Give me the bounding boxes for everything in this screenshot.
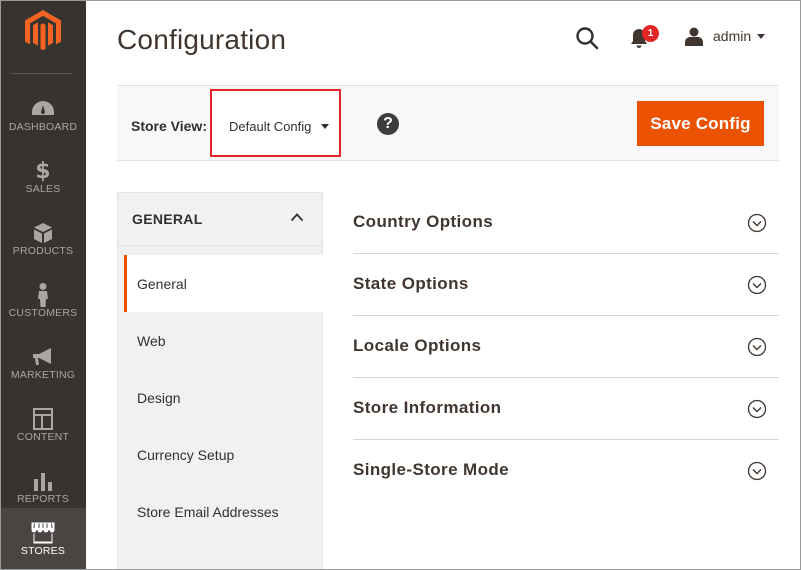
person-icon [38, 283, 48, 307]
nav-stores[interactable]: STORES [0, 508, 86, 570]
section-single-store-mode[interactable]: Single-Store Mode [353, 440, 779, 502]
store-view-selected-value[interactable]: Default Config [229, 119, 311, 134]
logo-divider [11, 73, 73, 74]
nav-label: SALES [25, 183, 61, 195]
nav-label: STORES [20, 545, 66, 557]
nav-label: CUSTOMERS [8, 307, 78, 319]
page-title: Configuration [117, 24, 287, 55]
nav-products[interactable]: PRODUCTS [0, 208, 86, 270]
tab-group-title[interactable]: GENERAL [132, 211, 203, 227]
save-config-button[interactable]: Save Config [637, 101, 764, 146]
section-state-options[interactable]: State Options [353, 254, 779, 316]
nav-label: MARKETING [10, 369, 76, 381]
layout-icon [33, 408, 53, 430]
megaphone-icon [33, 348, 51, 365]
nav-dashboard[interactable]: DASHBOARD [0, 84, 86, 146]
section-title: State Options [353, 274, 469, 293]
section-title: Locale Options [353, 336, 482, 355]
tab-web[interactable]: Web [137, 333, 166, 349]
store-view-label: Store View: [131, 118, 207, 134]
user-icon[interactable] [684, 26, 704, 46]
chevron-up-icon[interactable] [290, 212, 304, 222]
dollar-icon: $ [35, 158, 51, 184]
section-title: Single-Store Mode [353, 460, 510, 479]
nav-customers[interactable]: CUSTOMERS [0, 270, 86, 332]
store-icon [30, 522, 56, 544]
section-title: Country Options [353, 212, 494, 231]
tab-design[interactable]: Design [137, 390, 181, 406]
nav-sales[interactable]: $ SALES [0, 146, 86, 208]
expand-circle-icon[interactable] [747, 275, 767, 295]
expand-circle-icon[interactable] [747, 399, 767, 419]
box-icon [34, 223, 52, 243]
nav-label: PRODUCTS [12, 245, 74, 257]
tab-general[interactable]: General [137, 276, 187, 292]
section-title: Store Information [353, 398, 502, 417]
nav-label: DASHBOARD [8, 121, 78, 133]
section-country-options[interactable]: Country Options [353, 192, 779, 254]
bar-chart-icon [34, 473, 52, 491]
admin-sidebar: DASHBOARD $ SALES PRODUCTS CUSTOMERS MAR… [0, 0, 86, 570]
nav-label: CONTENT [16, 431, 70, 443]
notification-badge: 1 [642, 25, 659, 42]
nav-content[interactable]: CONTENT [0, 394, 86, 456]
search-icon[interactable] [575, 26, 599, 50]
help-icon[interactable]: ? [377, 113, 399, 135]
nav-label: REPORTS [17, 493, 69, 505]
nav-marketing[interactable]: MARKETING [0, 332, 86, 394]
section-store-information[interactable]: Store Information [353, 378, 779, 440]
chevron-down-icon[interactable] [757, 34, 765, 39]
tab-currency-setup[interactable]: Currency Setup [137, 447, 234, 463]
dashboard-icon [32, 101, 54, 115]
section-locale-options[interactable]: Locale Options [353, 316, 779, 378]
expand-circle-icon[interactable] [747, 213, 767, 233]
magento-logo[interactable] [25, 10, 61, 52]
expand-circle-icon[interactable] [747, 461, 767, 481]
caret-down-icon[interactable] [321, 124, 329, 129]
divider [117, 245, 323, 246]
expand-circle-icon[interactable] [747, 337, 767, 357]
user-menu-name[interactable]: admin [713, 28, 751, 44]
tab-store-email-addresses[interactable]: Store Email Addresses [137, 504, 279, 520]
